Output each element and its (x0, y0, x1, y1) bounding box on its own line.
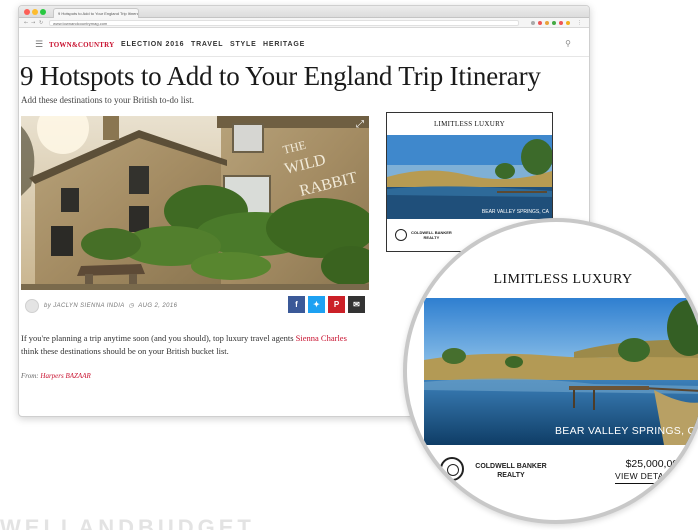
twitter-icon: ✦ (313, 300, 320, 309)
pinterest-share-button[interactable]: P (328, 296, 345, 313)
nav-style[interactable]: STYLE (230, 41, 257, 48)
article-subhead: Add these destinations to your British t… (21, 95, 194, 105)
article-headline: 9 Hotspots to Add to Your England Trip I… (20, 61, 541, 91)
email-icon: ✉ (353, 300, 360, 309)
article-source: From: Harpers BAZAAR (21, 372, 91, 380)
maximize-window-button[interactable] (40, 9, 46, 15)
hamburger-icon[interactable]: ☰ (35, 40, 43, 50)
facebook-icon: f (295, 300, 298, 309)
extension-icon[interactable] (545, 21, 549, 25)
address-bar: ← → ↻ www.townandcountrymag.com ⋮ (19, 18, 589, 28)
twitter-share-button[interactable]: ✦ (308, 296, 325, 313)
extension-icon[interactable] (552, 21, 556, 25)
url-field[interactable]: www.townandcountrymag.com (49, 20, 519, 26)
lake-photo (387, 135, 552, 219)
nav-heritage[interactable]: HERITAGE (263, 41, 305, 48)
ad-magnified-brand: COLDWELL BANKER REALTY (475, 463, 547, 479)
site-nav: ☰ TOWN&COUNTRY ELECTION 2016 TRAVEL STYL… (19, 33, 589, 57)
harpers-bazaar-link[interactable]: Harpers BAZAAR (40, 372, 90, 380)
cutoff-heading: WELLANDBUDGET (0, 515, 255, 530)
extension-icon[interactable] (531, 21, 535, 25)
publish-date: AUG 2, 2016 (138, 303, 178, 309)
reload-icon[interactable]: ↻ (39, 20, 43, 26)
article-byline: by JACLYN SIENNA INDIA ◷ AUG 2, 2016 (44, 302, 177, 309)
browser-titlebar: 9 Hotspots to Add to Your England Trip I… (19, 6, 589, 18)
clock-icon: ◷ (126, 303, 137, 309)
ad-magnified-location: BEAR VALLEY SPRINGS, CA (555, 425, 698, 437)
sienna-charles-link[interactable]: Sienna Charles (296, 333, 347, 343)
facebook-share-button[interactable]: f (288, 296, 305, 313)
minimize-window-button[interactable] (32, 9, 38, 15)
search-icon[interactable]: ⚲ (565, 39, 571, 48)
browser-tab[interactable]: 9 Hotspots to Add to Your England Trip I… (53, 8, 139, 18)
article-body: If you're planning a trip anytime soon (… (21, 332, 366, 358)
extension-icon[interactable] (538, 21, 542, 25)
ad-price: $25,000,000 (625, 458, 684, 470)
author-avatar[interactable] (25, 299, 39, 313)
site-logo[interactable]: TOWN&COUNTRY (49, 41, 114, 49)
body-text-suffix: think these destinations should be on yo… (21, 346, 229, 356)
lake-photo-magnified (424, 298, 698, 445)
expand-icon[interactable]: ⤢ (356, 119, 364, 130)
extension-icon[interactable] (566, 21, 570, 25)
coldwell-banker-logo-icon (440, 457, 464, 481)
author-name[interactable]: by JACLYN SIENNA INDIA (44, 303, 125, 309)
forward-icon[interactable]: → (31, 20, 35, 26)
hero-image[interactable]: THE WILD RABBIT ⤢ (21, 116, 369, 290)
ad-magnifier: LIMITLESS LUXURY BEAR VALLEY SPRINGS, CA… (403, 218, 698, 524)
extension-icon[interactable] (559, 21, 563, 25)
nav-election[interactable]: ELECTION 2016 (121, 41, 184, 48)
view-details-link[interactable]: VIEW DETAILS (615, 471, 678, 484)
pinterest-icon: P (333, 300, 340, 309)
nav-travel[interactable]: TRAVEL (191, 41, 223, 48)
email-share-button[interactable]: ✉ (348, 296, 365, 313)
ad-location: BEAR VALLEY SPRINGS, CA (481, 209, 549, 215)
menu-icon[interactable]: ⋮ (577, 20, 582, 26)
body-text-prefix: If you're planning a trip anytime soon (… (21, 333, 294, 343)
back-icon[interactable]: ← (24, 20, 28, 26)
wild-rabbit-photo: THE WILD RABBIT (21, 116, 369, 290)
ad-title: LIMITLESS LUXURY (433, 120, 506, 128)
ad-magnified-title: LIMITLESS LUXURY (493, 272, 633, 287)
coldwell-banker-logo-icon (395, 229, 407, 241)
close-window-button[interactable] (24, 9, 30, 15)
